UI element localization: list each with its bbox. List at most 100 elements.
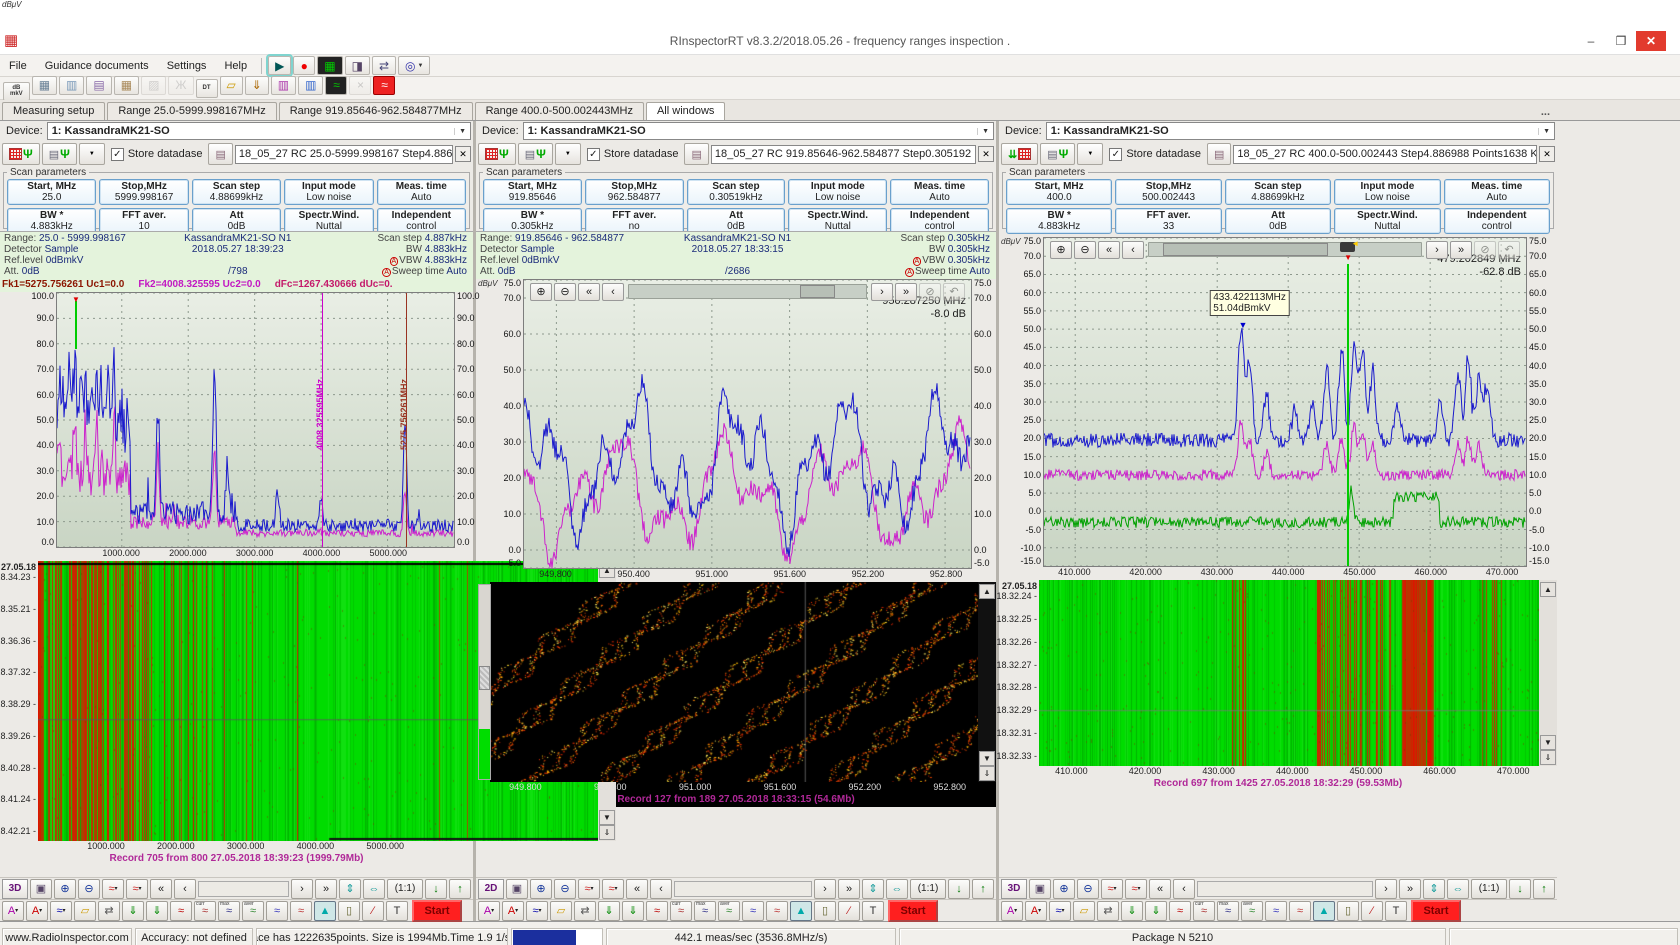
waterfall-display[interactable]	[490, 582, 978, 782]
scan-param-2[interactable]: Scan step0.30519kHz	[687, 179, 786, 205]
waterfall-vscroll[interactable]	[478, 584, 491, 780]
calculator-button[interactable]: ▦	[32, 76, 57, 95]
transfer-button[interactable]: ⇄	[98, 901, 120, 921]
trace-style-2-button[interactable]: ≈▾	[126, 879, 148, 899]
save-trace-1-button[interactable]: ⇓	[598, 901, 620, 921]
fit-horizontal-button[interactable]: ⇔	[886, 879, 908, 899]
zoom-in-button[interactable]: ⊕	[1053, 879, 1075, 899]
spectrum-chart[interactable]: dBμV75.070.065.060.055.050.045.040.035.0…	[999, 237, 1557, 567]
record-file-field[interactable]: 18_05_27 RC 25.0-5999.998167 Step4.88698…	[235, 145, 453, 164]
clear-trace-button[interactable]: ▯	[814, 901, 836, 921]
trace-live-button[interactable]: ≈	[646, 901, 668, 921]
step-back-button[interactable]: ‹	[1173, 879, 1195, 899]
close-file-button[interactable]: ✕	[978, 146, 994, 162]
scan-param-5[interactable]: BW *4.883kHz	[1006, 208, 1112, 234]
page-first-button[interactable]: «	[1149, 879, 1171, 899]
waterfall-scrollbar[interactable]: ▲▼⇓	[1539, 580, 1557, 766]
record-button[interactable]: ●	[293, 56, 315, 75]
tab-4[interactable]: All windows	[646, 102, 725, 120]
scroll-end-button[interactable]: ⇓	[599, 825, 615, 840]
device-options-dropdown[interactable]: ▼	[79, 143, 105, 165]
zoom-out-button[interactable]: ⊖	[554, 283, 576, 301]
file-info-button[interactable]: ▤	[1207, 143, 1231, 165]
display-mode-button[interactable]: 3D	[2, 879, 28, 899]
text-tool-button[interactable]: T	[1385, 901, 1407, 921]
device-select[interactable]: 1: KassandraMK21-SO ▼	[523, 122, 994, 140]
spectrum-plot[interactable]: ▼4008.325595MHz5275.756261MHz	[56, 292, 455, 548]
threshold-button[interactable]: ≈	[290, 901, 312, 921]
scroll-up-button[interactable]: ▲	[979, 584, 995, 599]
waterfall-scrollbar[interactable]: ▲▼⇓	[978, 582, 996, 782]
database-3d-button[interactable]: ▤	[86, 76, 111, 95]
shift-down-button[interactable]: ↓	[425, 879, 447, 899]
step-back-button[interactable]: ‹	[1122, 241, 1144, 259]
scan-param-1[interactable]: Stop,MHz5999.998167	[99, 179, 188, 205]
scan-param-3[interactable]: Input modeLow noise	[284, 179, 373, 205]
columns-button[interactable]: ▥	[59, 76, 84, 95]
scale-1-1-button[interactable]: (1:1)	[910, 879, 946, 899]
screen-capture-sound-button[interactable]: ◨	[345, 56, 370, 75]
trace-style-1-button[interactable]: ≈▾	[1101, 879, 1123, 899]
fit-vertical-button[interactable]: ⇕	[339, 879, 361, 899]
step-forward-button[interactable]: ›	[814, 879, 836, 899]
scan-param-2[interactable]: Scan step4.88699kHz	[192, 179, 281, 205]
menu-item-help[interactable]: Help	[215, 58, 256, 74]
zoom-in-button[interactable]: ⊕	[530, 283, 552, 301]
page-last-button[interactable]: »	[838, 879, 860, 899]
font-color-2-button[interactable]: A▾	[502, 901, 524, 921]
scan-param-7[interactable]: Att0dB	[1225, 208, 1331, 234]
screen-config-button[interactable]: ▣	[30, 879, 52, 899]
device-select[interactable]: 1: KassandraMK21-SO ▼	[47, 122, 471, 140]
save-trace-2-button[interactable]: ⇓	[1145, 901, 1167, 921]
traces-all-button[interactable]: ≈	[266, 901, 288, 921]
page-last-button[interactable]: »	[895, 283, 917, 301]
trace-current-button[interactable]: curr≈	[1193, 901, 1215, 921]
folders-button[interactable]: ▱	[220, 76, 243, 95]
scan-param-8[interactable]: Spectr.Wind.Nuttal	[1334, 208, 1440, 234]
scan-param-4[interactable]: Meas. timeAuto	[1444, 179, 1550, 205]
font-color-2-button[interactable]: A▾	[1025, 901, 1047, 921]
font-color-2-button[interactable]: A▾	[26, 901, 48, 921]
table-button[interactable]: ▦	[114, 76, 139, 95]
clear-trace-button[interactable]: ▯	[1337, 901, 1359, 921]
tab-0[interactable]: Measuring setup	[2, 102, 105, 120]
waterfall-screen-button[interactable]: ▦	[317, 56, 342, 75]
trace-style-2-button[interactable]: ≈▾	[1125, 879, 1147, 899]
edit-mask-button[interactable]: ∕	[1361, 901, 1383, 921]
screen-config-button[interactable]: ▣	[1029, 879, 1051, 899]
scale-1-1-button[interactable]: (1:1)	[387, 879, 423, 899]
hscroll-track[interactable]	[674, 881, 812, 897]
minimize-button[interactable]: –	[1576, 31, 1606, 51]
spectrum-chart[interactable]: 100.090.080.070.060.050.040.030.020.010.…	[0, 292, 473, 548]
zoom-in-button[interactable]: ⊕	[1050, 241, 1072, 259]
hscroll-track[interactable]	[198, 881, 289, 897]
step-forward-button[interactable]: ›	[871, 283, 893, 301]
store-database-checkbox[interactable]: ✓ Store datadase	[1109, 148, 1201, 161]
chevron-down-icon[interactable]: ▼	[454, 128, 470, 135]
zoom-out-button[interactable]: ⊖	[1074, 241, 1096, 259]
trace-max-button[interactable]: max≈	[218, 901, 240, 921]
chevron-down-icon[interactable]: ▼	[1538, 128, 1554, 135]
scan-param-0[interactable]: Start, MHz919.85646	[483, 179, 582, 205]
start-button[interactable]: Start	[1411, 900, 1461, 922]
zoom-out-button[interactable]: ⊖	[554, 879, 576, 899]
save-trace-2-button[interactable]: ⇓	[146, 901, 168, 921]
close-button[interactable]: ✕	[1636, 31, 1666, 51]
scan-param-4[interactable]: Meas. timeAuto	[890, 179, 989, 205]
file-info-button[interactable]: ▤	[208, 143, 232, 165]
shift-up-button[interactable]: ↑	[449, 879, 471, 899]
record-device-button[interactable]: ⇊	[1001, 143, 1038, 165]
scan-param-2[interactable]: Scan step4.88699kHz	[1225, 179, 1331, 205]
save-trace-1-button[interactable]: ⇓	[122, 901, 144, 921]
spectrum-chart[interactable]: dBμV75.070.060.050.040.030.020.010.00.0-…	[476, 279, 996, 569]
fit-horizontal-button[interactable]: ⇔	[1447, 879, 1469, 899]
run-button[interactable]: ▶	[268, 56, 291, 75]
menu-item-settings[interactable]: Settings	[158, 58, 216, 74]
fit-vertical-button[interactable]: ⇕	[1423, 879, 1445, 899]
tab-1[interactable]: Range 25.0-5999.998167MHz	[107, 102, 276, 120]
save-trace-2-button[interactable]: ⇓	[622, 901, 644, 921]
scan-param-0[interactable]: Start, MHz25.0	[7, 179, 96, 205]
display-mode-button[interactable]: 2D	[478, 879, 504, 899]
file-info-button[interactable]: ▤	[684, 143, 708, 165]
fill-mode-button[interactable]: ▲	[314, 901, 336, 921]
